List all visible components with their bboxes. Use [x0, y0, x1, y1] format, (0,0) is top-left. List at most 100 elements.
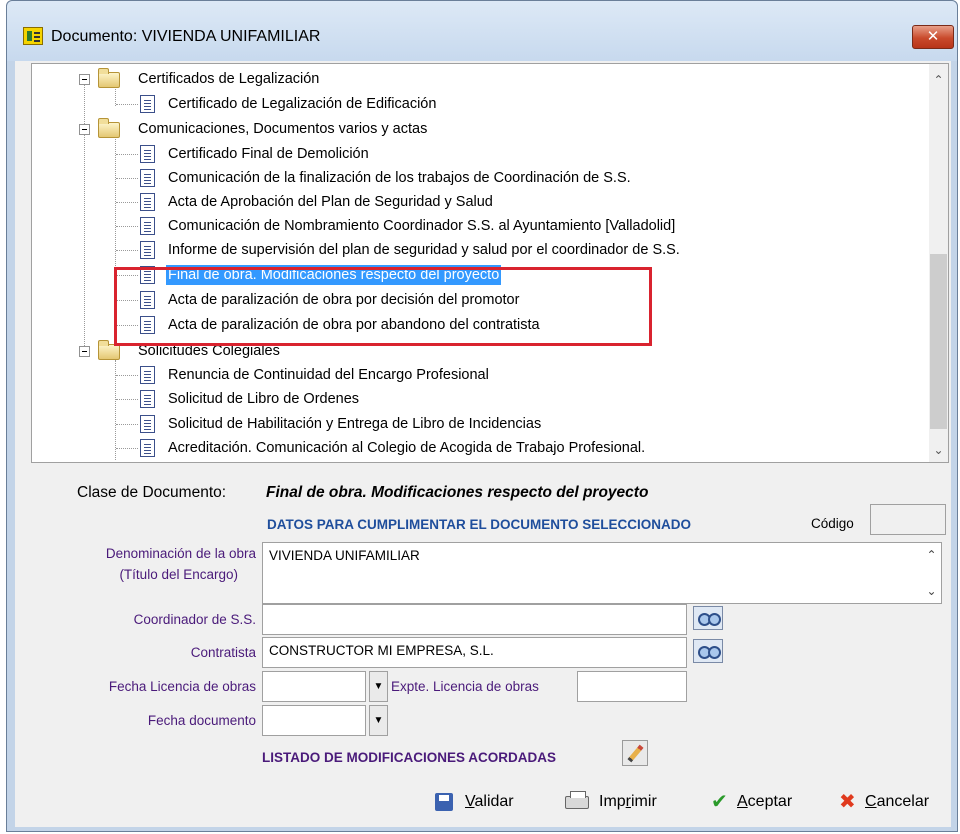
- search-contratista-button[interactable]: [693, 639, 723, 663]
- coordinador-input[interactable]: [262, 604, 687, 635]
- app-icon: [23, 27, 43, 45]
- document-icon: [140, 95, 155, 113]
- denominacion-obra-input[interactable]: VIVIENDA UNIFAMILIAR ⌃ ⌄: [262, 542, 942, 604]
- clase-documento-label: Clase de Documento:: [77, 484, 227, 501]
- tree-item-label: Acta de Aprobación del Plan de Seguridad…: [168, 194, 493, 210]
- folder-icon: [98, 118, 120, 138]
- tree-item[interactable]: Solicitud de Habilitación y Entrega de L…: [32, 412, 912, 436]
- tree-item[interactable]: Renuncia de Continuidad del Encargo Prof…: [32, 363, 912, 387]
- document-icon: [140, 390, 155, 408]
- tree-item[interactable]: Certificado Final de Demolición: [32, 142, 912, 166]
- cancelar-button[interactable]: ✖ Cancelar: [839, 789, 949, 815]
- aceptar-button[interactable]: ✔ Aceptar: [711, 789, 821, 815]
- tree-connector-line: [116, 154, 138, 155]
- search-coordinador-button[interactable]: [693, 606, 723, 630]
- coordinador-label: Coordinador de S.S.: [133, 612, 256, 627]
- fecha-licencia-input[interactable]: [262, 671, 366, 702]
- collapse-icon[interactable]: [79, 124, 90, 135]
- title-bar: Documento: VIVIENDA UNIFAMILIAR ✕: [7, 1, 957, 61]
- tree-item-label: Certificado de Legalización de Edificaci…: [168, 96, 437, 112]
- printer-icon: [565, 791, 589, 809]
- titulo-encargo-label: (Título del Encargo): [119, 567, 238, 582]
- scroll-up-icon[interactable]: ⌃: [929, 70, 948, 90]
- close-button[interactable]: ✕: [912, 25, 954, 49]
- fecha-licencia-dropdown-icon[interactable]: ▼: [369, 671, 388, 702]
- tree-scrollbar[interactable]: ⌃ ⌄: [929, 64, 948, 462]
- denominacion-label: Denominación de la obra: [105, 546, 256, 561]
- document-icon: [140, 415, 155, 433]
- document-window: Documento: VIVIENDA UNIFAMILIAR ✕ Certif…: [6, 0, 958, 832]
- tree-item[interactable]: Comunicación de Nombramiento Coordinador…: [32, 214, 912, 238]
- tree-item[interactable]: Informe de supervisión del plan de segur…: [32, 238, 912, 262]
- clase-documento-value: Final de obra. Modificaciones respecto d…: [266, 484, 649, 501]
- tree-item[interactable]: Solicitud de Libro de Ordenes: [32, 387, 912, 411]
- scroll-up-icon[interactable]: ⌃: [922, 545, 941, 565]
- folder-icon: [98, 340, 120, 360]
- tree-connector-line: [116, 375, 138, 376]
- denominacion-obra-value: VIVIENDA UNIFAMILIAR: [269, 548, 420, 563]
- tree-connector-line: [116, 250, 138, 251]
- tree-connector-line: [116, 104, 138, 105]
- cancelar-label: Cancelar: [865, 793, 930, 810]
- tree-item[interactable]: Comunicación de la finalización de los t…: [32, 166, 912, 190]
- codigo-input[interactable]: [870, 504, 946, 535]
- imprimir-button[interactable]: Imprimir: [565, 789, 685, 815]
- collapse-icon[interactable]: [79, 346, 90, 357]
- fecha-documento-input[interactable]: [262, 705, 366, 736]
- tree-item[interactable]: Certificado de Legalización de Edificaci…: [32, 92, 912, 116]
- tree-item[interactable]: Acta de Aprobación del Plan de Seguridad…: [32, 190, 912, 214]
- tree-group-certificados[interactable]: Certificados de Legalización: [32, 67, 912, 91]
- tree-item-label: Comunicación de Nombramiento Coordinador…: [168, 218, 676, 234]
- validar-label: Validar: [465, 793, 514, 810]
- fecha-documento-label: Fecha documento: [147, 713, 256, 728]
- scroll-down-icon[interactable]: ⌄: [922, 581, 941, 601]
- cancel-x-icon: ✖: [839, 791, 856, 813]
- dialog-body: Certificados de Legalización Certificado…: [15, 61, 951, 827]
- highlight-annotation-box: [114, 267, 652, 346]
- expte-licencia-input[interactable]: [577, 671, 687, 702]
- tree-connector-line: [116, 226, 138, 227]
- fecha-licencia-label: Fecha Licencia de obras: [108, 679, 256, 694]
- document-icon: [140, 169, 155, 187]
- tree-item-label: Informe de supervisión del plan de segur…: [168, 242, 680, 258]
- fecha-documento-dropdown-icon[interactable]: ▼: [369, 705, 388, 736]
- edit-pencil-icon[interactable]: [622, 740, 648, 766]
- tree-connector-line: [116, 202, 138, 203]
- section-title: DATOS PARA CUMPLIMENTAR EL DOCUMENTO SEL…: [267, 517, 692, 532]
- folder-icon: [98, 68, 120, 88]
- contratista-label: Contratista: [190, 645, 256, 660]
- tree-item-label: Comunicación de la finalización de los t…: [168, 170, 631, 186]
- memo-scrollbar[interactable]: ⌃ ⌄: [922, 543, 941, 603]
- collapse-icon[interactable]: [79, 74, 90, 85]
- tree-item-label: Solicitud de Habilitación y Entrega de L…: [168, 416, 542, 432]
- scroll-down-icon[interactable]: ⌄: [929, 440, 948, 460]
- validar-button[interactable]: Validar: [435, 789, 555, 815]
- tree-connector-line: [116, 178, 138, 179]
- check-icon: ✔: [711, 791, 728, 813]
- document-icon: [140, 366, 155, 384]
- scroll-thumb[interactable]: [930, 254, 947, 429]
- tree-group-label: Comunicaciones, Documentos varios y acta…: [138, 121, 428, 137]
- aceptar-label: Aceptar: [737, 793, 793, 810]
- document-icon: [140, 241, 155, 259]
- window-title: Documento: VIVIENDA UNIFAMILIAR: [51, 28, 321, 45]
- document-icon: [140, 145, 155, 163]
- save-icon: [435, 793, 453, 811]
- document-icon: [140, 193, 155, 211]
- tree-group-comunicaciones[interactable]: Comunicaciones, Documentos varios y acta…: [32, 117, 912, 141]
- tree-item-label: Acreditación. Comunicación al Colegio de…: [168, 440, 646, 456]
- expte-licencia-label: Expte. Licencia de obras: [391, 679, 539, 694]
- tree-item-label: Certificado Final de Demolición: [168, 146, 369, 162]
- codigo-label: Código: [811, 516, 854, 531]
- contratista-input[interactable]: CONSTRUCTOR MI EMPRESA, S.L.: [262, 637, 687, 668]
- tree-connector-line: [116, 448, 138, 449]
- tree-connector-line: [116, 424, 138, 425]
- tree-group-label: Certificados de Legalización: [138, 71, 320, 87]
- listado-modificaciones-title: LISTADO DE MODIFICACIONES ACORDADAS: [262, 750, 557, 765]
- imprimir-label: Imprimir: [599, 793, 657, 810]
- document-icon: [140, 439, 155, 457]
- tree-connector-line: [116, 399, 138, 400]
- document-tree[interactable]: Certificados de Legalización Certificado…: [31, 63, 949, 463]
- tree-item-label: Renuncia de Continuidad del Encargo Prof…: [168, 367, 489, 383]
- tree-item[interactable]: Acreditación. Comunicación al Colegio de…: [32, 436, 912, 460]
